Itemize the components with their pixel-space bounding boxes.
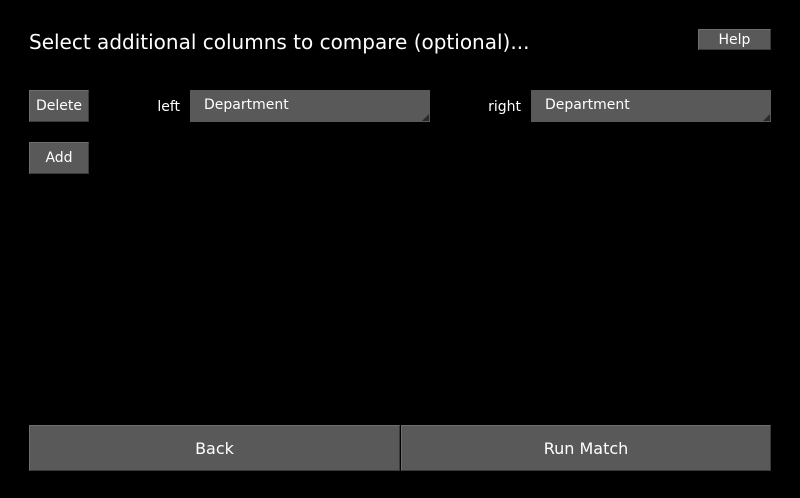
add-button[interactable]: Add bbox=[29, 142, 89, 174]
corner-triangle-icon bbox=[422, 114, 429, 121]
help-button[interactable]: Help bbox=[698, 29, 771, 50]
corner-triangle-icon bbox=[763, 114, 770, 121]
delete-button[interactable]: Delete bbox=[29, 90, 89, 122]
left-column-label: left bbox=[157, 99, 180, 115]
right-column-label: right bbox=[488, 99, 521, 115]
left-column-value: Department bbox=[204, 97, 289, 113]
page-title: Select additional columns to compare (op… bbox=[29, 30, 530, 54]
run-match-button[interactable]: Run Match bbox=[401, 425, 771, 471]
right-column-select[interactable]: Department bbox=[531, 90, 771, 122]
right-column-value: Department bbox=[545, 97, 630, 113]
back-button[interactable]: Back bbox=[29, 425, 400, 471]
left-column-select[interactable]: Department bbox=[190, 90, 430, 122]
